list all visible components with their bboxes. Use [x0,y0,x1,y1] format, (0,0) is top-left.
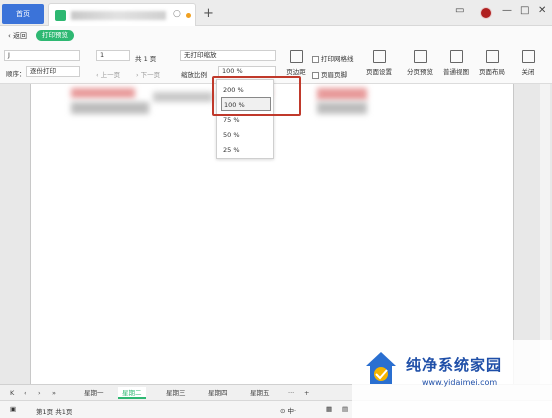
next-sheet-icon[interactable]: › [34,387,45,399]
order-label: 顺序： [6,70,26,78]
watermark-url: www.yidaimei.com [422,378,498,387]
normal-view-status-icon[interactable]: ▦ [326,405,332,413]
page-break-label: 分页预览 [407,68,433,76]
status-icon[interactable]: ▣ [10,405,16,413]
unsaved-dot-icon [186,13,191,18]
blurred-content [317,102,367,114]
page-layout-label: 页面布局 [479,68,505,76]
prev-page-label: 上一页 [100,71,121,79]
maximize-icon[interactable]: □ [520,5,529,16]
back-label: 返回 [13,32,28,40]
header-footer-icon [312,71,319,79]
order-select[interactable]: 逐份打印 [26,66,80,77]
sheet-tab[interactable]: 星期一 [80,387,108,399]
grid-icon [449,50,463,63]
document-area [0,84,552,384]
layout-icon[interactable]: ▭ [455,5,464,16]
header-footer-button[interactable]: 页眉页脚 [312,69,347,79]
page-info: 第1页 共1页 [36,408,73,416]
gridlines-checkbox[interactable]: 打印网格线 [312,53,354,63]
next-page-button[interactable]: › 下一页 [136,69,160,79]
blurred-document-name [71,11,166,20]
prev-sheet-icon[interactable]: ‹ [20,387,31,399]
page-break-icon [413,50,427,63]
blurred-content [71,102,149,114]
home-tab[interactable]: 首页 [2,4,44,24]
watermark-title: 纯净系统家园 [406,356,503,374]
gridlines-label: 打印网格线 [321,55,354,63]
house-logo-icon [366,352,396,384]
checkbox-icon [312,55,319,63]
page-break-preview-button[interactable]: 分页预览 [404,50,436,76]
page-margin-button[interactable]: 页边距 [282,50,310,76]
sheet-tab-active[interactable]: 星期二 [118,387,146,399]
printer-select[interactable]: J [4,50,80,61]
sheet-tab[interactable]: 星期四 [204,387,232,399]
normal-view-label: 普通视图 [443,68,469,76]
document-tab[interactable]: ○ [48,3,196,26]
add-sheet-button[interactable]: + [300,387,313,399]
scaling-select[interactable]: 无打印缩放 [180,50,276,61]
avatar[interactable] [480,7,492,19]
first-sheet-icon[interactable]: K [6,387,18,399]
back-button[interactable]: ‹ 返回 [8,31,27,41]
watermark: 纯净系统家园 www.yidaimei.com [352,340,552,418]
blurred-content [317,88,367,100]
page-setup-icon [372,50,386,63]
input-method-icon[interactable]: ⊙ 中· [280,405,296,415]
sheet-tab[interactable]: 星期三 [162,387,190,399]
print-preview-badge[interactable]: 打印预览 [36,30,74,41]
prev-page-button[interactable]: ‹ 上一页 [96,69,120,79]
highlight-box [212,76,301,116]
tab-close-icon[interactable]: ○ [173,9,181,19]
page-input[interactable]: 1 [96,50,130,61]
page-setup-label: 页面设置 [366,68,392,76]
page-layout-status-icon[interactable]: ▤ [342,405,348,413]
close-window-icon[interactable]: ✕ [538,5,546,16]
blurred-content [71,88,135,98]
header-footer-label: 页眉页脚 [321,71,347,79]
next-page-label: 下一页 [140,71,161,79]
blurred-content [153,92,213,102]
page-layout-icon [485,50,499,63]
page-layout-button[interactable]: 页面布局 [476,50,508,76]
page-total: 共 1 页 [135,55,157,63]
zoom-option[interactable]: 25 % [221,143,271,157]
page-setup-button[interactable]: 页面设置 [363,50,395,76]
new-tab-button[interactable]: + [203,6,214,21]
title-bar: 首页 ○ + ▭ — □ ✕ [0,0,552,26]
vertical-scrollbar[interactable] [540,84,550,384]
zoom-label: 缩放比例 [181,71,207,79]
close-icon [521,50,535,63]
page-margin-icon [289,50,303,63]
normal-view-button[interactable]: 普通视图 [440,50,472,76]
more-sheets-button[interactable]: ··· [284,387,298,399]
close-label: 关闭 [521,68,535,76]
zoom-option[interactable]: 50 % [221,128,271,142]
spreadsheet-icon [55,10,66,21]
page-margin-label: 页边距 [286,68,306,76]
sheet-tab[interactable]: 星期五 [246,387,274,399]
last-sheet-icon[interactable]: » [48,387,60,399]
close-preview-button[interactable]: 关闭 [514,50,542,76]
minimize-icon[interactable]: — [502,5,512,16]
